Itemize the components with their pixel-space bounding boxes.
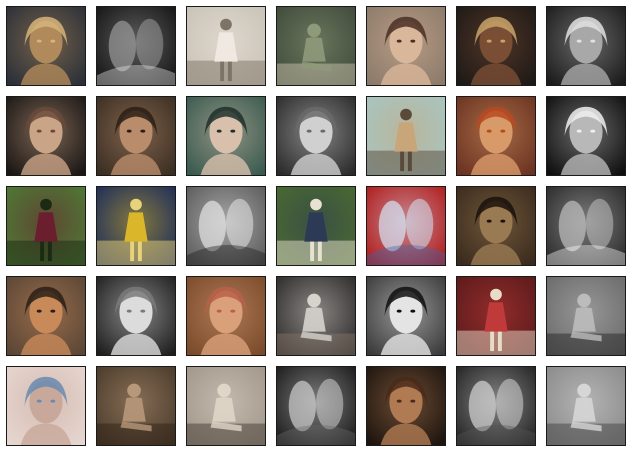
thumbnail-image <box>367 367 445 445</box>
photo-thumbnail-man-hat-sunglasses-fur[interactable] <box>456 186 536 266</box>
thumbnail-image <box>367 97 445 175</box>
photo-gallery-grid <box>6 6 626 446</box>
photo-thumbnail-bw-reclining-figures[interactable] <box>546 366 626 446</box>
thumbnail-image <box>187 187 265 265</box>
photo-thumbnail-sepia-seated-legs[interactable] <box>186 366 266 446</box>
photo-thumbnail-bw-seated-woman-stairs[interactable] <box>546 276 626 356</box>
thumbnail-image <box>187 7 265 85</box>
photo-thumbnail-bw-multiple-faces[interactable] <box>546 186 626 266</box>
thumbnail-image <box>7 367 85 445</box>
photo-thumbnail-portrait-red-hair[interactable] <box>456 96 536 176</box>
thumbnail-image <box>277 187 355 265</box>
photo-thumbnail-woman-teal-backdrop[interactable] <box>186 96 266 176</box>
photo-thumbnail-two-women-redhead[interactable] <box>6 276 86 356</box>
photo-thumbnail-woman-among-flowers[interactable] <box>186 276 266 356</box>
photo-thumbnail-bw-blurred-smile[interactable] <box>186 186 266 266</box>
photo-thumbnail-bw-triple-face[interactable] <box>276 366 356 446</box>
thumbnail-image <box>187 277 265 355</box>
photo-thumbnail-woman-yellow-doorway[interactable] <box>96 186 176 266</box>
photo-thumbnail-closeup-eye-rope[interactable] <box>6 366 86 446</box>
photo-thumbnail-bw-figure-abstract[interactable] <box>96 6 176 86</box>
photo-thumbnail-portrait-woman-braids[interactable] <box>456 6 536 86</box>
thumbnail-image <box>97 367 175 445</box>
thumbnail-image <box>367 7 445 85</box>
photo-thumbnail-sepia-seated-woman[interactable] <box>96 366 176 446</box>
thumbnail-image <box>547 367 625 445</box>
thumbnail-image <box>457 7 535 85</box>
thumbnail-image <box>547 277 625 355</box>
thumbnail-image <box>277 97 355 175</box>
photo-thumbnail-portrait-woman-gold-headdress[interactable] <box>6 6 86 86</box>
thumbnail-image <box>97 97 175 175</box>
photo-thumbnail-portrait-young-woman-soft[interactable] <box>366 6 446 86</box>
thumbnail-image <box>7 277 85 355</box>
thumbnail-image <box>277 277 355 355</box>
photo-thumbnail-bw-woman-lying[interactable] <box>276 96 356 176</box>
photo-thumbnail-bw-portrait-smiling-woman[interactable] <box>546 6 626 86</box>
thumbnail-image <box>457 187 535 265</box>
thumbnail-image <box>97 187 175 265</box>
photo-thumbnail-portrait-hand-on-face[interactable] <box>96 96 176 176</box>
photo-thumbnail-blurred-dancer-red[interactable] <box>366 186 446 266</box>
photo-thumbnail-nude-figure-window[interactable] <box>276 6 356 86</box>
photo-thumbnail-dancer-in-garden[interactable] <box>6 186 86 266</box>
thumbnail-image <box>457 367 535 445</box>
thumbnail-image <box>187 97 265 175</box>
thumbnail-image <box>7 7 85 85</box>
photo-thumbnail-two-girls-red-dresses[interactable] <box>456 276 536 356</box>
photo-thumbnail-bw-screaming-man[interactable] <box>546 96 626 176</box>
thumbnail-image <box>97 277 175 355</box>
thumbnail-image <box>457 97 535 175</box>
thumbnail-image <box>547 187 625 265</box>
thumbnail-image <box>97 7 175 85</box>
thumbnail-image <box>187 367 265 445</box>
thumbnail-image <box>457 277 535 355</box>
thumbnail-image <box>277 367 355 445</box>
photo-thumbnail-bw-woman-smiling-low[interactable] <box>96 276 176 356</box>
photo-thumbnail-bw-quad-faces-hands[interactable] <box>456 366 536 446</box>
photo-thumbnail-girl-on-beach[interactable] <box>366 96 446 176</box>
thumbnail-image <box>7 187 85 265</box>
photo-thumbnail-portrait-freckled-child[interactable] <box>366 366 446 446</box>
thumbnail-image <box>277 7 355 85</box>
photo-thumbnail-bw-child-cap[interactable] <box>366 276 446 356</box>
photo-thumbnail-woman-in-park[interactable] <box>276 186 356 266</box>
thumbnail-image <box>7 97 85 175</box>
thumbnail-image <box>547 7 625 85</box>
photo-thumbnail-portrait-woman-headpiece[interactable] <box>6 96 86 176</box>
thumbnail-image <box>367 187 445 265</box>
thumbnail-image <box>367 277 445 355</box>
photo-thumbnail-woman-white-dress-corridor[interactable] <box>186 6 266 86</box>
thumbnail-image <box>547 97 625 175</box>
photo-thumbnail-hands-holding-photo[interactable] <box>276 276 356 356</box>
